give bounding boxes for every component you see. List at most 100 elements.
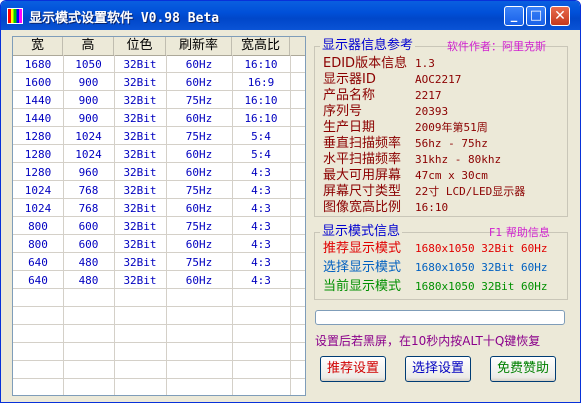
- table-row[interactable]: 1440 900 32Bit 75Hz 16:10: [13, 92, 305, 109]
- mode-value: 1680x1050 32Bit 60Hz: [415, 261, 548, 274]
- apply-selected-button[interactable]: 选择设置: [405, 356, 471, 382]
- cell-height: 900: [78, 112, 99, 125]
- table-row[interactable]: 1600 900 32Bit 60Hz 16:9: [13, 74, 305, 91]
- cell-width: 1280: [24, 166, 52, 179]
- cell-height: 960: [78, 166, 99, 179]
- cell-refresh-rate: 60Hz: [185, 76, 213, 89]
- cell-height: 480: [78, 256, 99, 269]
- cell-aspect-ratio: 4:3: [251, 220, 271, 233]
- cell-aspect-ratio: 4:3: [251, 256, 271, 269]
- table-row[interactable]: 1024 768 32Bit 60Hz 4:3: [13, 200, 305, 217]
- column-header-aspect-ratio[interactable]: 宽高比: [232, 37, 290, 55]
- cell-height: 768: [78, 202, 99, 215]
- info-value: 31khz - 80khz: [415, 153, 502, 166]
- column-header-width[interactable]: 宽: [13, 37, 63, 55]
- cell-color-depth: 32Bit: [123, 148, 157, 161]
- cell-height: 480: [78, 274, 99, 287]
- table-row[interactable]: 1680 1050 32Bit 60Hz 16:10: [13, 56, 305, 73]
- cell-height: 1050: [75, 58, 102, 71]
- cell-aspect-ratio: 5:4: [251, 130, 271, 143]
- cell-height: 768: [78, 184, 99, 197]
- cell-refresh-rate: 60Hz: [185, 58, 213, 71]
- info-label: 最大可用屏幕: [323, 168, 402, 183]
- info-label: 序列号: [323, 104, 363, 119]
- info-value: 16:10: [415, 201, 449, 214]
- recommend-settings-button[interactable]: 推荐设置: [320, 356, 386, 382]
- info-label: 垂直扫描频率: [323, 136, 402, 151]
- mode-info-title: 显示模式信息: [320, 224, 403, 239]
- cell-color-depth: 32Bit: [123, 238, 157, 251]
- cell-aspect-ratio: 16:10: [244, 58, 278, 71]
- mode-label: 推荐显示模式: [323, 241, 402, 256]
- cell-aspect-ratio: 5:4: [251, 148, 271, 161]
- mode-value: 1680x1050 32Bit 60Hz: [415, 280, 548, 293]
- cell-width: 1280: [24, 130, 52, 143]
- info-value: 56hz - 75hz: [415, 137, 488, 150]
- donate-button[interactable]: 免费赞助: [490, 356, 556, 382]
- monitor-info-title: 显示器信息参考: [320, 38, 416, 53]
- close-button[interactable]: ✕: [550, 6, 570, 26]
- table-row[interactable]: 1280 1024 32Bit 75Hz 5:4: [13, 128, 305, 145]
- cell-width: 1680: [24, 58, 52, 71]
- cell-refresh-rate: 60Hz: [185, 166, 213, 179]
- title-bar[interactable]: 显示模式设置软件 V0.98 Beta _ □ ✕: [1, 1, 580, 30]
- cell-aspect-ratio: 4:3: [251, 166, 271, 179]
- table-row[interactable]: 640 480 32Bit 60Hz 4:3: [13, 272, 305, 289]
- minimize-button[interactable]: _: [504, 6, 524, 26]
- cell-refresh-rate: 60Hz: [185, 202, 213, 215]
- info-value: 47cm x 30cm: [415, 169, 488, 182]
- cell-color-depth: 32Bit: [123, 94, 157, 107]
- maximize-button[interactable]: □: [526, 6, 546, 26]
- info-value: AOC2217: [415, 73, 462, 86]
- cell-aspect-ratio: 16:10: [244, 112, 278, 125]
- info-value: 20393: [415, 105, 449, 118]
- cell-color-depth: 32Bit: [123, 256, 157, 269]
- cell-height: 600: [78, 220, 99, 233]
- info-value: 2217: [415, 89, 442, 102]
- table-header: 宽 高 位色 刷新率 宽高比: [13, 37, 305, 56]
- cell-aspect-ratio: 4:3: [251, 184, 271, 197]
- minimize-icon: _: [510, 8, 518, 23]
- cell-height: 1024: [75, 148, 102, 161]
- cell-aspect-ratio: 16:9: [247, 76, 275, 89]
- app-window: 显示模式设置软件 V0.98 Beta _ □ ✕ 宽 高 位色 刷新率 宽高比…: [0, 0, 581, 403]
- info-label: 产品名称: [323, 88, 376, 103]
- info-label: 屏幕尺寸类型: [323, 184, 402, 199]
- app-icon: [7, 8, 23, 24]
- cell-refresh-rate: 60Hz: [185, 274, 213, 287]
- table-row[interactable]: 800 600 32Bit 75Hz 4:3: [13, 218, 305, 235]
- table-row[interactable]: 1440 900 32Bit 60Hz 16:10: [13, 110, 305, 127]
- help-hint[interactable]: F1 帮助信息: [489, 226, 550, 240]
- info-label: 生产日期: [323, 120, 376, 135]
- table-row[interactable]: 1024 768 32Bit 75Hz 4:3: [13, 182, 305, 199]
- table-row[interactable]: 640 480 32Bit 75Hz 4:3: [13, 254, 305, 271]
- cell-color-depth: 32Bit: [123, 58, 157, 71]
- cell-color-depth: 32Bit: [123, 166, 157, 179]
- column-header-color-depth[interactable]: 位色: [114, 37, 166, 55]
- cell-refresh-rate: 75Hz: [185, 130, 213, 143]
- table-row[interactable]: 800 600 32Bit 60Hz 4:3: [13, 236, 305, 253]
- info-value: 22寸 LCD/LED显示器: [415, 185, 526, 198]
- cell-width: 1024: [24, 202, 52, 215]
- display-mode-table[interactable]: 宽 高 位色 刷新率 宽高比 1680 1050 32Bit 60Hz 16:10 160…: [12, 36, 306, 396]
- table-row[interactable]: 1280 960 32Bit 60Hz 4:3: [13, 164, 305, 181]
- cell-refresh-rate: 75Hz: [185, 256, 213, 269]
- cell-width: 640: [28, 256, 48, 269]
- cell-color-depth: 32Bit: [123, 130, 157, 143]
- info-label: EDID版本信息: [323, 56, 408, 71]
- column-header-refresh-rate[interactable]: 刷新率: [166, 37, 232, 55]
- cell-aspect-ratio: 4:3: [251, 202, 271, 215]
- cell-color-depth: 32Bit: [123, 76, 157, 89]
- cell-refresh-rate: 60Hz: [185, 112, 213, 125]
- cell-width: 1440: [24, 112, 52, 125]
- cell-refresh-rate: 75Hz: [185, 220, 213, 233]
- cell-color-depth: 32Bit: [123, 184, 157, 197]
- column-header-height[interactable]: 高: [63, 37, 114, 55]
- cell-width: 1440: [24, 94, 52, 107]
- window-title: 显示模式设置软件 V0.98 Beta: [29, 11, 220, 26]
- cell-width: 800: [28, 238, 48, 251]
- info-label: 图像宽高比例: [323, 200, 402, 215]
- cell-aspect-ratio: 4:3: [251, 274, 271, 287]
- info-value: 1.3: [415, 57, 435, 70]
- table-row[interactable]: 1280 1024 32Bit 60Hz 5:4: [13, 146, 305, 163]
